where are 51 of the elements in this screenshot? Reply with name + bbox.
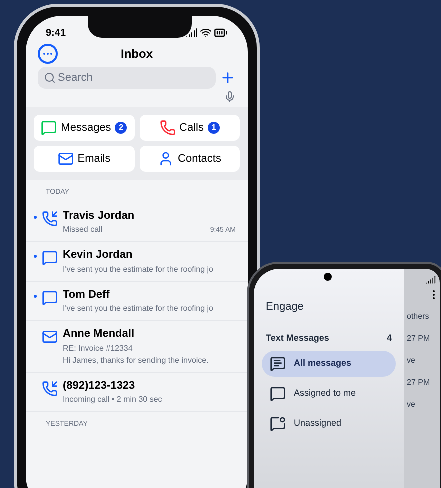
list-text: ve — [407, 399, 416, 411]
list-text: others — [407, 311, 430, 323]
preview-text: RE: Invoice #12334 — [63, 342, 134, 354]
microphone-icon[interactable] — [224, 91, 236, 103]
contact-name: Travis Jordan — [63, 208, 136, 224]
speech-bubble-icon — [41, 120, 58, 136]
filter-button[interactable]: Messages 2 — [34, 115, 134, 141]
preview-text: I've sent you the estimate for the roofing jo — [63, 264, 214, 276]
list-text: ve — [407, 355, 416, 367]
contact-name: (892)123-1323 — [63, 378, 136, 394]
list-text: 27 PM — [407, 333, 430, 345]
conversation-row[interactable]: Kevin Jordan I've sent you the estimate for the roofing jo — [26, 242, 248, 282]
drawer-title: Engage — [265, 300, 305, 315]
drawer-item[interactable]: All messages — [262, 351, 396, 377]
signal-icon — [186, 27, 198, 39]
incoming-call-icon — [42, 210, 58, 226]
filter-button[interactable]: Calls 1 — [140, 115, 240, 141]
search-field[interactable]: Search — [38, 67, 216, 89]
section-label: Text Messages — [266, 332, 330, 345]
speech-bubble-dot-icon — [270, 416, 286, 432]
drawer-item[interactable]: Unassigned — [262, 411, 396, 437]
contact-name: Tom Deff — [63, 288, 111, 302]
add-icon[interactable] — [220, 70, 236, 86]
filter-button[interactable]: Contacts — [140, 146, 240, 172]
drawer-item[interactable]: Assigned to me — [262, 381, 396, 407]
list-text: 27 PM — [407, 377, 430, 389]
speech-bubble-icon — [42, 290, 58, 306]
count-label: 4 — [386, 332, 392, 344]
speech-bubble-icon — [270, 386, 286, 402]
contact-name: Anne Mendall — [63, 327, 136, 342]
preview-text: I've sent you the estimate for the roofing jo — [63, 303, 214, 315]
filter-button[interactable]: Emails — [34, 146, 134, 172]
envelope-icon — [58, 151, 74, 167]
message-icon — [270, 356, 286, 372]
count-badge: 2 — [115, 122, 128, 134]
preview-text: Hi James, thanks for sending the invoice. — [63, 354, 210, 366]
signal-icon — [426, 275, 436, 285]
envelope-icon — [42, 329, 58, 345]
battery-icon — [214, 26, 228, 40]
incoming-call-icon — [42, 380, 58, 396]
status-time: 9:41 — [46, 26, 66, 40]
screen-title: Inbox — [121, 46, 153, 63]
more-button[interactable] — [38, 44, 58, 64]
preview-text: Missed call — [63, 224, 104, 236]
count-badge: 1 — [208, 122, 220, 134]
search-icon — [44, 72, 56, 84]
person-icon — [158, 151, 174, 167]
contact-name: Kevin Jordan — [63, 248, 134, 263]
preview-text: Incoming call • 2 min 30 sec — [63, 394, 164, 406]
speech-bubble-icon — [42, 250, 58, 266]
phone-icon — [160, 120, 176, 136]
